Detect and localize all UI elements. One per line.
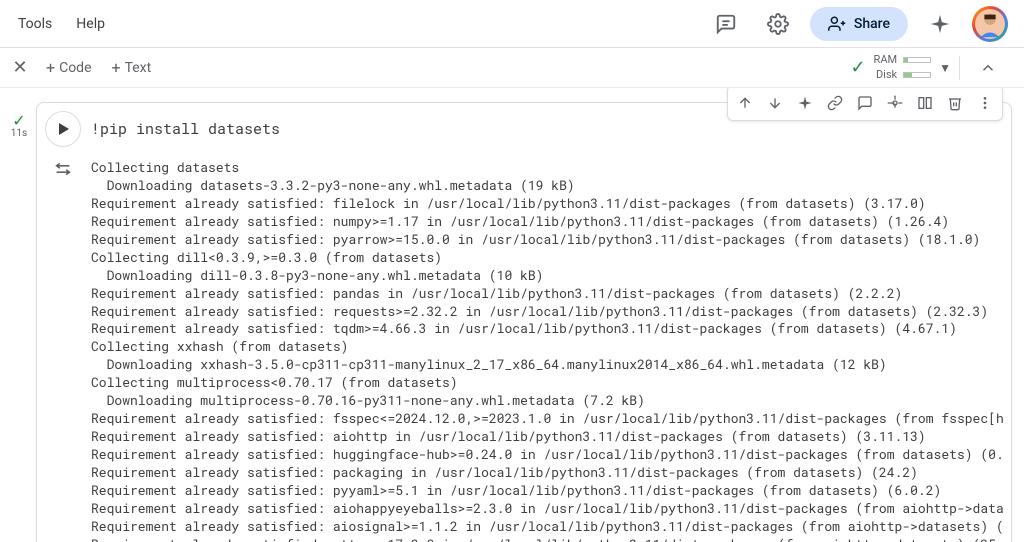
delete-cell-button[interactable] (940, 88, 970, 118)
cell-output-row: Collecting datasets Downloading datasets… (37, 159, 1011, 542)
plus-icon: + (46, 60, 55, 76)
collapse-button[interactable] (968, 48, 1008, 88)
menu-bar: Tools Help (8, 10, 115, 38)
resource-indicator[interactable]: RAM Disk (874, 53, 932, 82)
arrow-down-icon (767, 95, 783, 111)
avatar-image (975, 9, 1005, 39)
disk-bar (903, 72, 931, 78)
cell-toolbar (727, 88, 1003, 121)
code-cell[interactable]: ✓ 11s !pip install datasets Collecting d (36, 102, 1012, 542)
comment-cell-button[interactable] (850, 88, 880, 118)
link-icon (827, 95, 843, 111)
gear-icon (887, 95, 903, 111)
header-actions: Share (706, 4, 1008, 44)
ram-label: RAM (874, 53, 898, 67)
run-cell-button[interactable] (45, 111, 81, 147)
output-toggle-icon (53, 161, 73, 177)
sparkle-icon (929, 13, 951, 35)
share-button[interactable]: Share (810, 7, 908, 41)
notebook-toolbar: ✕ + Code + Text ✓ RAM Disk ▼ (0, 48, 1024, 88)
mirror-icon (917, 95, 933, 111)
link-cell-button[interactable] (820, 88, 850, 118)
comment-icon (715, 13, 737, 35)
disk-label: Disk (876, 68, 897, 82)
account-avatar[interactable] (972, 6, 1008, 42)
close-panel-button[interactable]: ✕ (8, 57, 36, 78)
toolbar-right: ✓ RAM Disk ▼ (850, 48, 1016, 88)
move-up-button[interactable] (730, 88, 760, 118)
cell-status: ✓ 11s (7, 111, 31, 139)
move-down-button[interactable] (760, 88, 790, 118)
notebook-area: ✓ 11s !pip install datasets Collecting d (0, 88, 1024, 542)
cell-settings-button[interactable] (880, 88, 910, 118)
add-text-button[interactable]: + Text (102, 56, 162, 80)
add-text-label: Text (125, 60, 152, 76)
cell-output: Collecting datasets Downloading datasets… (91, 159, 1003, 542)
people-icon (828, 15, 846, 33)
app-header: Tools Help Share (0, 0, 1024, 48)
trash-icon (947, 95, 963, 111)
menu-tools[interactable]: Tools (8, 10, 62, 38)
connected-check-icon: ✓ (850, 57, 865, 78)
sparkle-icon (797, 95, 813, 111)
gemini-button[interactable] (920, 4, 960, 44)
arrow-up-icon (737, 95, 753, 111)
mirror-cell-button[interactable] (910, 88, 940, 118)
gear-icon (767, 13, 789, 35)
chevron-up-icon (979, 59, 997, 77)
output-toggle-button[interactable] (45, 159, 81, 177)
more-cell-button[interactable] (970, 88, 1000, 118)
code-editor[interactable]: !pip install datasets (91, 119, 280, 139)
divider (959, 56, 960, 80)
comment-icon (857, 95, 873, 111)
gemini-cell-button[interactable] (790, 88, 820, 118)
comments-button[interactable] (706, 4, 746, 44)
play-icon (59, 123, 69, 135)
add-code-button[interactable]: + Code (36, 56, 102, 80)
more-vert-icon (977, 95, 993, 111)
settings-button[interactable] (758, 4, 798, 44)
plus-icon: + (112, 60, 121, 76)
ram-bar (903, 57, 931, 63)
runtime-dropdown[interactable]: ▼ (939, 61, 951, 75)
execution-time: 11s (7, 128, 31, 139)
menu-help[interactable]: Help (66, 10, 115, 38)
add-code-label: Code (59, 60, 91, 76)
share-label: Share (854, 16, 890, 32)
